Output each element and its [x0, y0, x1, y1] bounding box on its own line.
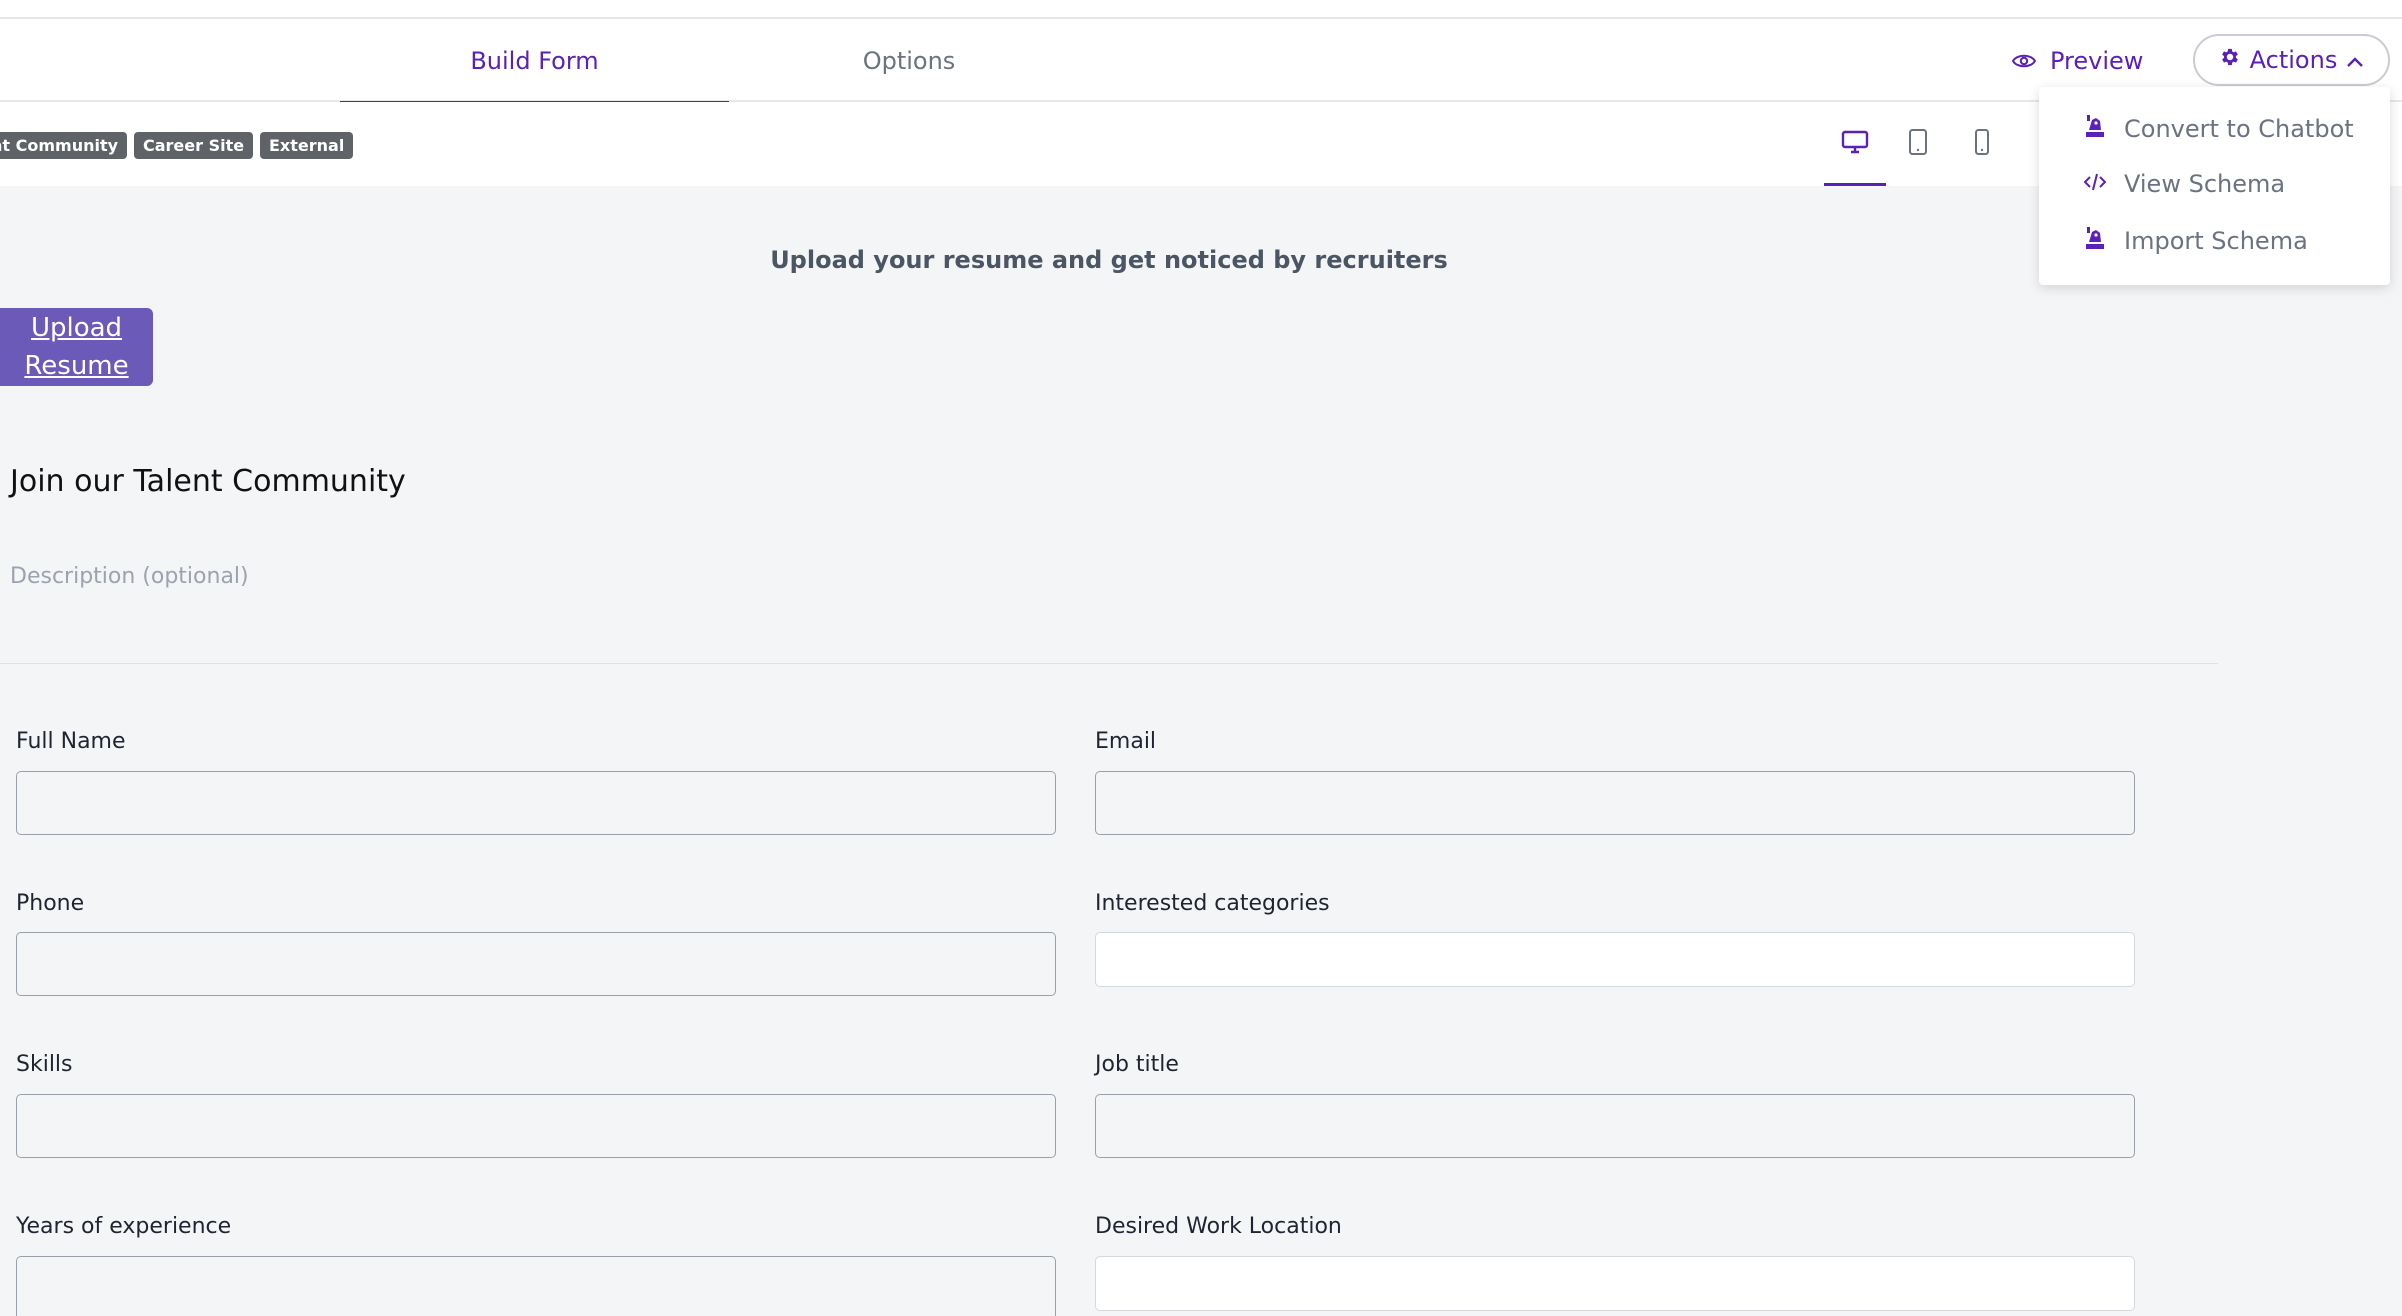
years-of-experience-field[interactable]	[16, 1256, 1056, 1316]
tab-options-label: Options	[862, 46, 956, 75]
menu-item-label: Convert to Chatbot	[2124, 115, 2354, 143]
desired-work-location-select[interactable]	[1095, 1256, 2135, 1311]
preview-button[interactable]: Preview	[2011, 38, 2144, 84]
phone-field[interactable]	[16, 932, 1056, 996]
job-title-field[interactable]	[1095, 1094, 2135, 1158]
eye-icon	[2011, 47, 2037, 75]
divider	[0, 663, 2218, 664]
tablet-icon	[1907, 128, 1929, 160]
form-canvas: Upload your resume and get noticed by re…	[0, 186, 2402, 1316]
menu-item-import-schema[interactable]: Import Schema	[2084, 221, 2308, 261]
device-tablet-button[interactable]	[1887, 102, 1949, 186]
actions-dropdown-menu: Convert to Chatbot View Schema Import Sc…	[2039, 87, 2390, 285]
menu-item-convert-to-chatbot[interactable]: Convert to Chatbot	[2084, 109, 2354, 149]
code-icon	[2083, 170, 2107, 198]
upload-tagline: Upload your resume and get noticed by re…	[770, 246, 1448, 274]
upload-button-line1: Upload	[30, 313, 123, 343]
device-mobile-button[interactable]	[1951, 102, 2013, 186]
badge-career-site: Career Site	[134, 132, 254, 159]
menu-item-label: View Schema	[2124, 170, 2286, 198]
preview-label: Preview	[2050, 47, 2144, 75]
upload-resume-button[interactable]: Upload Resume	[0, 308, 153, 386]
gear-icon	[2219, 46, 2241, 74]
menu-item-label: Import Schema	[2124, 227, 2308, 255]
desired-work-location-label: Desired Work Location	[1095, 1214, 1342, 1239]
device-desktop-button[interactable]	[1824, 102, 1886, 186]
tab-build-form[interactable]: Build Form	[340, 19, 729, 104]
email-label: Email	[1095, 729, 1157, 754]
tab-build-form-label: Build Form	[470, 46, 599, 75]
actions-label: Actions	[2249, 46, 2338, 74]
top-strip	[0, 0, 2402, 19]
skills-field[interactable]	[16, 1094, 1056, 1158]
interested-categories-select[interactable]	[1095, 932, 2135, 987]
chevron-up-icon	[2346, 46, 2364, 74]
form-description[interactable]: Description (optional)	[10, 564, 249, 589]
actions-button[interactable]: Actions	[2193, 34, 2390, 86]
phone-label: Phone	[16, 891, 85, 916]
badge-external: External	[260, 132, 354, 159]
full-name-field[interactable]	[16, 771, 1056, 835]
interested-categories-label: Interested categories	[1095, 891, 1330, 916]
badge-talent-community: nt Community	[0, 132, 128, 159]
robot-icon	[2084, 226, 2106, 256]
job-title-label: Job title	[1095, 1052, 1179, 1077]
skills-label: Skills	[16, 1052, 73, 1077]
robot-icon	[2084, 114, 2106, 144]
full-name-label: Full Name	[16, 729, 126, 754]
upload-button-line2: Resume	[24, 351, 129, 381]
form-title[interactable]: Join our Talent Community	[10, 464, 406, 499]
years-of-experience-label: Years of experience	[16, 1214, 232, 1239]
desktop-icon	[1841, 130, 1869, 158]
menu-item-view-schema[interactable]: View Schema	[2083, 164, 2286, 204]
tab-options[interactable]: Options	[729, 19, 1089, 102]
mobile-icon	[1973, 128, 1991, 160]
email-field[interactable]	[1095, 771, 2135, 835]
